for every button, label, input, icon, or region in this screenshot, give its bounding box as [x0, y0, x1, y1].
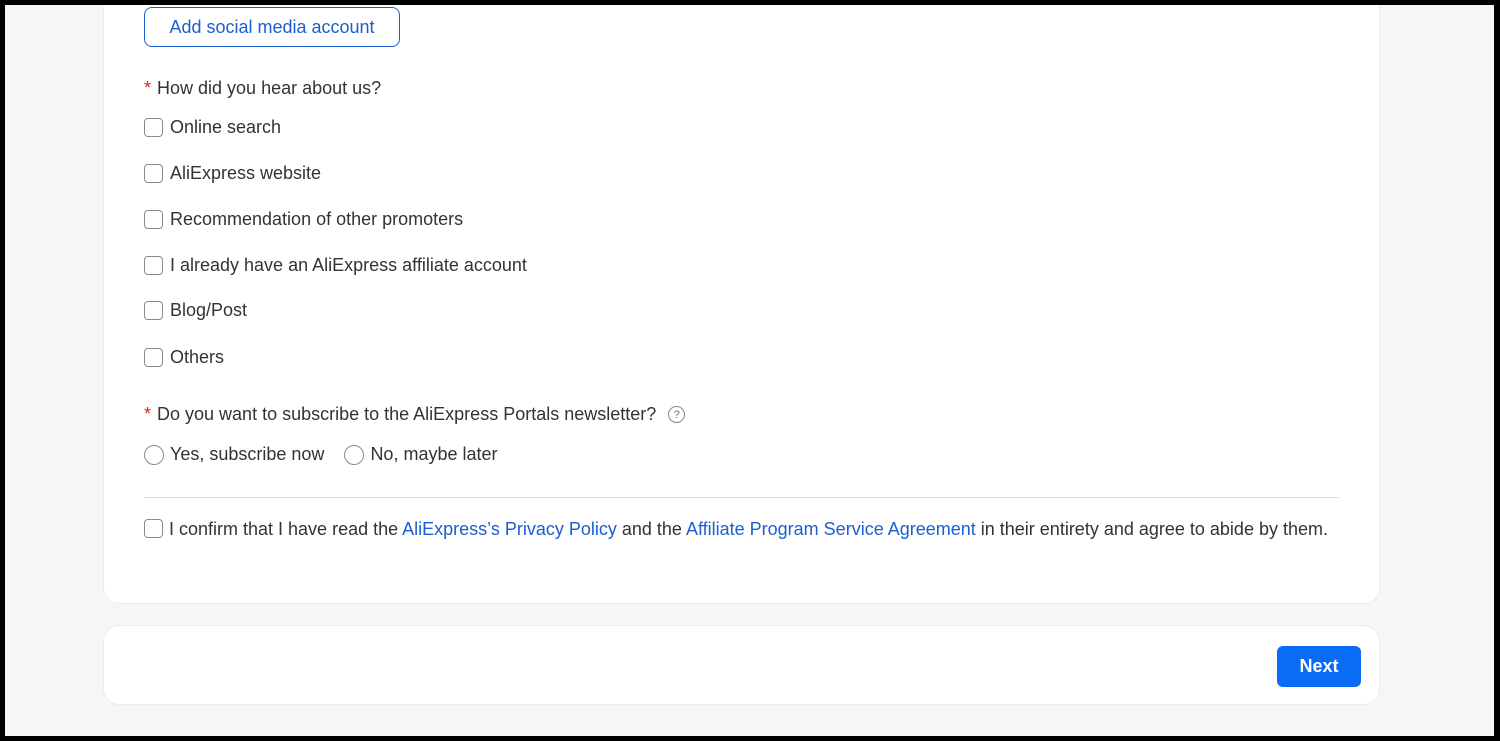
- checkbox[interactable]: [144, 348, 163, 367]
- confirm-text-3: in their entirety and agree to abide by …: [975, 519, 1328, 539]
- radio-label: No, maybe later: [370, 444, 498, 464]
- option-label: I already have an AliExpress affiliate a…: [170, 255, 527, 275]
- option-blog-post[interactable]: Blog/Post: [144, 300, 247, 321]
- option-recommendation[interactable]: Recommendation of other promoters: [144, 209, 463, 230]
- radio-yes-subscribe[interactable]: Yes, subscribe now: [144, 444, 324, 465]
- required-asterisk: *: [144, 404, 152, 424]
- newsletter-radio-group: Yes, subscribe now No, maybe later: [144, 444, 518, 465]
- option-label: Others: [170, 347, 225, 367]
- checkbox[interactable]: [144, 301, 163, 320]
- option-others[interactable]: Others: [144, 347, 224, 368]
- option-label: Online search: [170, 117, 282, 137]
- radio-no-later[interactable]: No, maybe later: [344, 444, 498, 465]
- next-button[interactable]: Next: [1277, 646, 1361, 687]
- privacy-policy-link[interactable]: AliExpress’s Privacy Policy: [402, 519, 617, 539]
- radio-button[interactable]: [144, 444, 164, 465]
- option-aliexpress-website[interactable]: AliExpress website: [144, 163, 321, 184]
- option-label: Blog/Post: [170, 300, 248, 320]
- confirm-text-1: I confirm that I have read the: [169, 519, 403, 539]
- hear-about-us-question: * How did you hear about us?: [144, 78, 381, 99]
- checkbox[interactable]: [144, 256, 163, 275]
- radio-button[interactable]: [344, 444, 365, 465]
- option-label: AliExpress website: [170, 163, 322, 183]
- radio-label: Yes, subscribe now: [170, 444, 325, 464]
- help-icon[interactable]: ?: [668, 406, 686, 423]
- newsletter-question: * Do you want to subscribe to the AliExp…: [144, 404, 686, 425]
- checkbox[interactable]: [144, 118, 163, 137]
- confirm-text-2: and the: [616, 519, 686, 539]
- option-online-search[interactable]: Online search: [144, 117, 281, 138]
- agreement-confirmation: I confirm that I have read the AliExpres…: [144, 512, 1339, 547]
- page-viewport: Add social media account * How did you h…: [5, 5, 1494, 736]
- registration-form-card: Add social media account * How did you h…: [103, 5, 1380, 604]
- divider: [144, 497, 1339, 498]
- service-agreement-link[interactable]: Affiliate Program Service Agreement: [686, 519, 976, 539]
- form-footer-card: Next: [103, 625, 1380, 705]
- add-social-media-account-button[interactable]: Add social media account: [144, 7, 400, 47]
- required-asterisk: *: [144, 78, 152, 98]
- checkbox[interactable]: [144, 210, 163, 229]
- agreement-checkbox[interactable]: [144, 519, 163, 538]
- checkbox[interactable]: [144, 164, 163, 183]
- newsletter-label: Do you want to subscribe to the AliExpre…: [157, 404, 657, 424]
- option-label: Recommendation of other promoters: [170, 209, 464, 229]
- option-existing-affiliate[interactable]: I already have an AliExpress affiliate a…: [144, 255, 527, 276]
- hear-about-us-label: How did you hear about us?: [157, 78, 382, 98]
